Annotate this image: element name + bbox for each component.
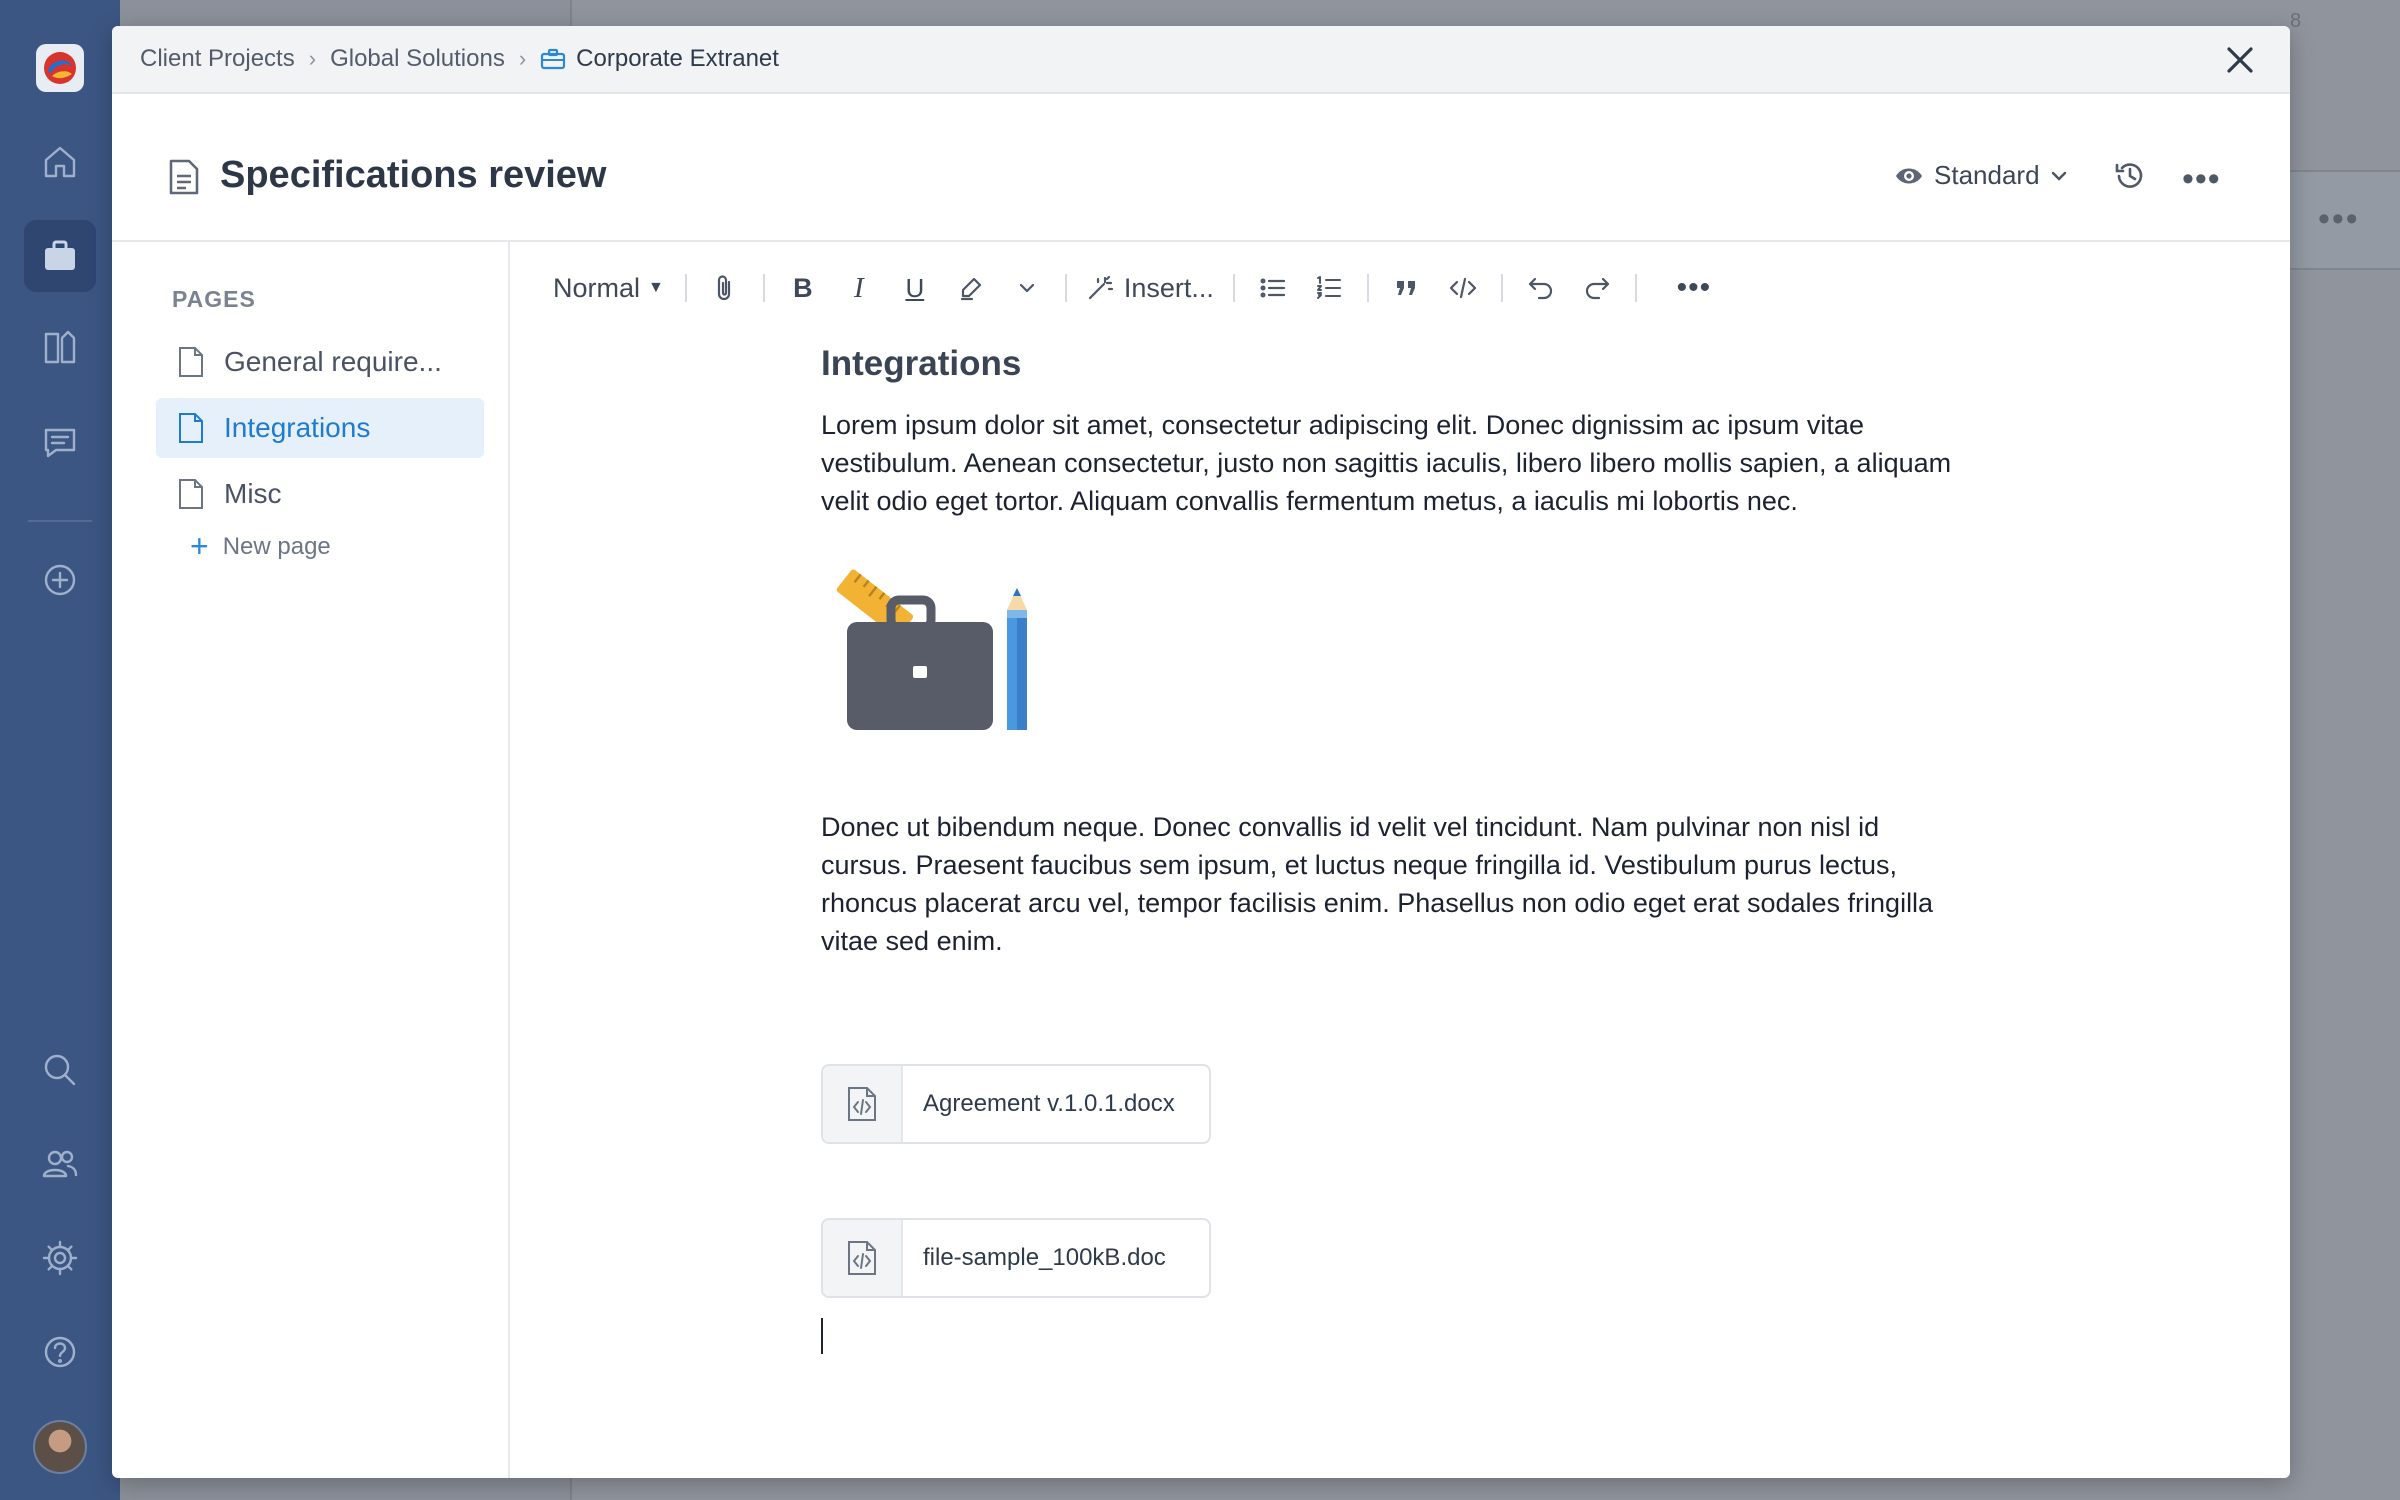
close-icon[interactable] (2220, 40, 2260, 80)
more-options-icon[interactable]: ••• (2182, 160, 2221, 199)
code-file-icon (823, 1066, 903, 1142)
block-style-dropdown[interactable]: Normal ▼ (545, 264, 672, 312)
pages-sidebar: PAGES General require... Integrations Mi… (112, 242, 510, 1478)
undo-icon[interactable] (1516, 264, 1566, 312)
italic-icon[interactable]: I (834, 264, 884, 312)
page-item-label: General require... (224, 346, 442, 377)
breadcrumb-item[interactable]: Global Solutions (330, 45, 505, 73)
tools-icon[interactable] (24, 312, 96, 384)
chat-icon[interactable] (24, 406, 96, 478)
page-item-label: Integrations (224, 412, 371, 443)
briefcase-icon[interactable] (24, 220, 96, 292)
chevron-down-icon (2051, 171, 2066, 181)
page-icon (179, 347, 203, 377)
chevron-down-icon[interactable] (1002, 264, 1052, 312)
highlight-icon[interactable] (946, 264, 996, 312)
document-icon (169, 159, 199, 195)
paragraph: Donec ut bibendum neque. Donec convallis… (821, 812, 1934, 956)
block-style-label: Normal (553, 272, 641, 303)
breadcrumb-item[interactable]: Client Projects (140, 45, 295, 73)
search-icon[interactable] (24, 1034, 96, 1106)
code-file-icon (823, 1220, 903, 1296)
bold-icon[interactable]: B (778, 264, 828, 312)
section-heading: Integrations (821, 344, 1022, 383)
chevron-right-icon: › (308, 46, 317, 71)
page-item-label: Misc (224, 478, 282, 509)
page-title: Specifications review (220, 154, 607, 196)
page-icon (179, 479, 203, 509)
app-rail (0, 0, 120, 1500)
app-logo[interactable] (36, 44, 84, 92)
caret-down-icon: ▼ (648, 279, 664, 296)
briefcase-icon (541, 48, 566, 70)
gear-icon[interactable] (24, 1222, 96, 1294)
view-mode-label: Standard (1934, 160, 2040, 190)
underline-icon[interactable]: U (890, 264, 940, 312)
insert-button[interactable]: Insert... (1080, 264, 1220, 312)
attach-icon[interactable] (700, 264, 750, 312)
document-modal: Client Projects › Global Solutions › Cor… (112, 26, 2290, 1478)
new-page-button[interactable]: + New page (190, 528, 331, 565)
page-icon (179, 413, 203, 443)
page-item-misc[interactable]: Misc (156, 464, 484, 524)
eye-icon (1896, 168, 1922, 183)
bullet-list-icon[interactable] (1248, 264, 1298, 312)
background-more-icon: ••• (2318, 200, 2360, 238)
new-page-label: New page (222, 532, 331, 560)
insert-label: Insert... (1123, 272, 1214, 303)
numbered-list-icon[interactable] (1304, 264, 1354, 312)
plus-icon: + (190, 528, 209, 564)
breadcrumb-current: Corporate Extranet (576, 45, 779, 72)
people-icon[interactable] (24, 1128, 96, 1200)
attachment-chip[interactable]: Agreement v.1.0.1.docx (821, 1064, 1211, 1144)
more-tools-icon[interactable]: ••• (1669, 264, 1719, 312)
document-body[interactable]: Integrations Lorem ipsum dolor sit amet,… (821, 344, 1971, 960)
attachment-name: file-sample_100kB.doc (923, 1244, 1166, 1271)
add-icon[interactable] (24, 544, 96, 616)
chevron-right-icon: › (518, 46, 527, 71)
attachment-chip[interactable]: file-sample_100kB.doc (821, 1218, 1211, 1298)
view-mode-dropdown[interactable]: Standard (1894, 160, 2080, 191)
background-badge: 8 (2290, 10, 2302, 32)
magic-wand-icon (1088, 275, 1113, 300)
history-icon[interactable] (2112, 158, 2148, 199)
user-avatar[interactable] (33, 1420, 87, 1474)
redo-icon[interactable] (1572, 264, 1622, 312)
title-bar: Specifications review Standard ••• (112, 96, 2290, 242)
breadcrumb: Client Projects › Global Solutions › Cor… (112, 26, 2290, 94)
attachment-name: Agreement v.1.0.1.docx (923, 1090, 1175, 1117)
pages-heading: PAGES (172, 286, 256, 312)
code-icon[interactable] (1438, 264, 1488, 312)
text-cursor (821, 1318, 823, 1354)
paragraph: Lorem ipsum dolor sit amet, consectetur … (821, 410, 1952, 516)
help-icon[interactable] (24, 1316, 96, 1388)
home-icon[interactable] (24, 126, 96, 198)
briefcase-illustration-icon[interactable] (821, 560, 1061, 736)
quote-icon[interactable] (1382, 264, 1432, 312)
page-item-integrations[interactable]: Integrations (156, 398, 484, 458)
editor-toolbar: Normal ▼ B I U Insert... ••• (542, 258, 1722, 318)
page-item-general[interactable]: General require... (156, 332, 484, 392)
